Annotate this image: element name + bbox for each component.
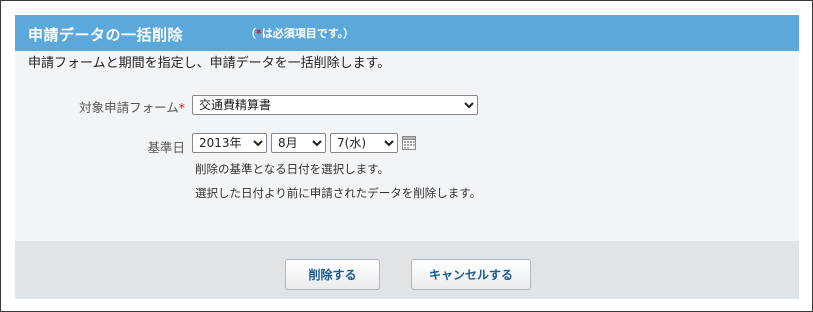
calendar-icon[interactable]	[402, 135, 416, 150]
day-select[interactable]: 7(水)	[330, 133, 398, 153]
dialog-frame: 申請データの一括削除 （*は必須項目です。） 申請フォームと期間を指定し、申請デ…	[0, 0, 813, 312]
year-select[interactable]: 2013年	[192, 133, 267, 153]
base-date-label: 基準日	[147, 140, 185, 155]
required-mark: *	[178, 100, 185, 115]
target-form-label: 対象申請フォーム*	[15, 97, 185, 116]
target-form-label-text: 対象申請フォーム	[79, 100, 179, 115]
cancel-button[interactable]: キャンセルする	[411, 259, 531, 290]
month-select[interactable]: 8月	[271, 133, 326, 153]
required-note: （*は必須項目です。）	[245, 25, 354, 41]
help-text-2: 選択した日付より前に申請されたデータを削除します。	[195, 186, 482, 200]
help-text-1: 削除の基準となる日付を選択します。	[195, 162, 390, 176]
intro-text: 申請フォームと期間を指定し、申請データを一括削除します。	[28, 56, 391, 71]
panel-header: 申請データの一括削除 （*は必須項目です。）	[15, 15, 799, 51]
delete-button[interactable]: 削除する	[285, 259, 380, 290]
bulk-delete-panel: 申請データの一括削除 （*は必須項目です。） 申請フォームと期間を指定し、申請デ…	[15, 15, 799, 299]
target-form-select[interactable]: 交通費精算書	[192, 95, 478, 115]
required-note-text: は必須項目です。）	[261, 27, 355, 40]
button-bar: 削除する キャンセルする	[15, 241, 799, 299]
page-title: 申請データの一括削除	[28, 26, 184, 44]
required-note-open: （	[245, 27, 256, 40]
